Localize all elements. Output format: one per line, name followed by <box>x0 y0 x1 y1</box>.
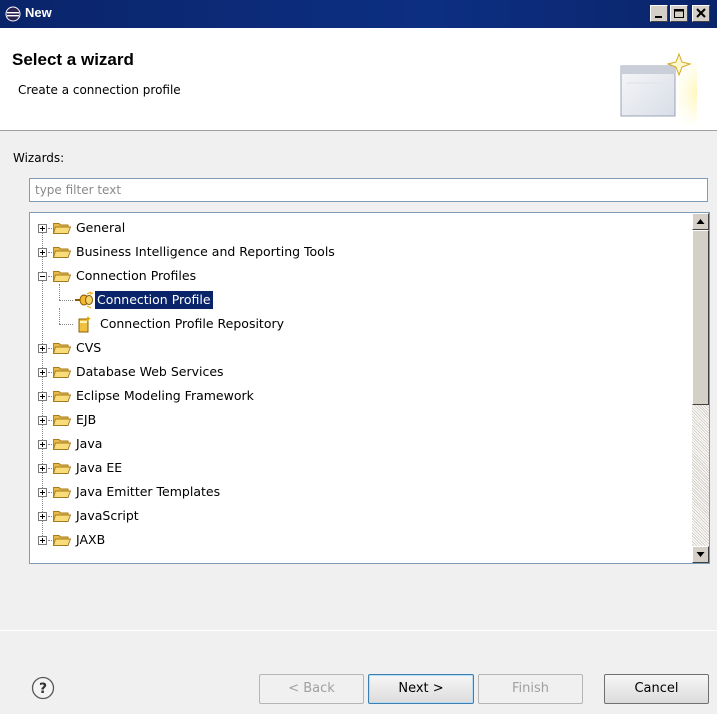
folder-icon <box>53 391 71 402</box>
new-wizard-banner-icon <box>620 52 697 126</box>
tree-item-label: General <box>76 220 126 235</box>
minimize-button[interactable] <box>650 5 668 22</box>
tree-item-label: Business Intelligence and Reporting Tool… <box>76 244 335 259</box>
tree-item[interactable]: Database Web Services <box>30 360 680 384</box>
expand-icon[interactable] <box>38 416 47 425</box>
next-button[interactable]: Next > <box>368 674 474 704</box>
tree-item-label: Database Web Services <box>76 364 224 379</box>
expand-icon[interactable] <box>38 224 47 233</box>
expand-icon[interactable] <box>38 512 47 521</box>
folder-icon <box>53 511 71 522</box>
tree-item[interactable]: EJB <box>30 408 680 432</box>
tree-item[interactable]: JavaScript <box>30 504 680 528</box>
expand-icon[interactable] <box>38 488 47 497</box>
scroll-up-button[interactable] <box>692 213 709 230</box>
tree-item-label: CVS <box>76 340 102 355</box>
arrow-down-icon <box>696 552 705 557</box>
title-bar[interactable]: New <box>0 0 717 28</box>
tree-item-label: JAXB <box>76 532 106 547</box>
expand-icon[interactable] <box>38 392 47 401</box>
expand-icon[interactable] <box>38 536 47 545</box>
close-icon <box>696 8 706 18</box>
expand-icon[interactable] <box>38 440 47 449</box>
tree-item-label: JavaScript <box>76 508 139 523</box>
folder-icon <box>53 367 71 378</box>
finish-button[interactable]: Finish <box>478 674 583 704</box>
minimize-icon <box>655 16 662 18</box>
tree-item-label: EJB <box>76 412 97 427</box>
tree-item[interactable]: Connection Profile Repository <box>30 308 680 336</box>
eclipse-app-icon <box>5 6 21 22</box>
folder-icon <box>53 439 71 450</box>
tree-item[interactable]: Java Emitter Templates <box>30 480 680 504</box>
tree-item-label: Java <box>76 436 103 451</box>
tree-connector <box>59 284 61 300</box>
page-description: Create a connection profile <box>18 83 181 97</box>
scroll-track[interactable] <box>692 405 709 546</box>
expand-icon[interactable] <box>38 368 47 377</box>
expand-icon[interactable] <box>38 248 47 257</box>
collapse-icon[interactable] <box>38 272 47 281</box>
folder-icon <box>53 223 71 234</box>
folder-icon <box>53 487 71 498</box>
connection-profile-icon <box>75 291 94 309</box>
tree-item[interactable]: Business Intelligence and Reporting Tool… <box>30 240 680 264</box>
tree-item-label: Eclipse Modeling Framework <box>76 388 254 403</box>
tree-item-label: Connection Profiles <box>76 268 197 283</box>
scroll-down-button[interactable] <box>692 546 709 563</box>
scroll-thumb[interactable] <box>692 230 709 405</box>
tree-item-label: Java Emitter Templates <box>76 484 221 499</box>
repository-icon <box>78 316 91 333</box>
tree-item[interactable]: CVS <box>30 336 680 360</box>
window-title: New <box>25 5 52 20</box>
close-button[interactable] <box>692 5 710 22</box>
tree-item[interactable]: Java EE <box>30 456 680 480</box>
tree-item[interactable]: Connection Profile <box>30 284 680 312</box>
footer-divider <box>0 630 717 631</box>
tree-connector <box>59 308 61 324</box>
wizards-label: Wizards: <box>13 151 65 165</box>
new-wizard-dialog: New Select a wizard Create a connection … <box>0 0 717 714</box>
cancel-button[interactable]: Cancel <box>604 674 709 704</box>
tree-connector <box>59 300 73 302</box>
folder-icon <box>53 535 71 546</box>
back-button[interactable]: < Back <box>259 674 364 704</box>
tree-item-label: Connection Profile Repository <box>100 316 285 331</box>
tree-item[interactable]: General <box>30 216 680 240</box>
filter-input[interactable] <box>29 178 708 202</box>
tree-item[interactable]: Java <box>30 432 680 456</box>
folder-icon <box>53 247 71 258</box>
maximize-button[interactable] <box>670 5 688 22</box>
maximize-icon <box>674 9 684 18</box>
folder-icon <box>53 343 71 354</box>
expand-icon[interactable] <box>38 344 47 353</box>
arrow-up-icon <box>696 219 705 224</box>
folder-icon <box>53 415 71 426</box>
tree-item[interactable]: JAXB <box>30 528 680 552</box>
expand-icon[interactable] <box>38 464 47 473</box>
tree-item-label: Connection Profile <box>94 290 214 310</box>
wizard-header: Select a wizard Create a connection prof… <box>0 28 717 131</box>
tree-item-label: Java EE <box>76 460 123 475</box>
folder-icon <box>53 271 71 282</box>
wizard-tree[interactable]: General Business Intelligence and Reporti… <box>29 212 710 564</box>
tree-item[interactable]: Connection Profiles <box>30 264 680 288</box>
vertical-scrollbar[interactable] <box>692 213 709 563</box>
tree-item[interactable]: Eclipse Modeling Framework <box>30 384 680 408</box>
tree-connector <box>59 324 73 326</box>
folder-icon <box>53 463 71 474</box>
help-icon[interactable]: ? <box>31 676 55 700</box>
svg-text:?: ? <box>39 681 47 697</box>
page-title: Select a wizard <box>12 50 134 69</box>
